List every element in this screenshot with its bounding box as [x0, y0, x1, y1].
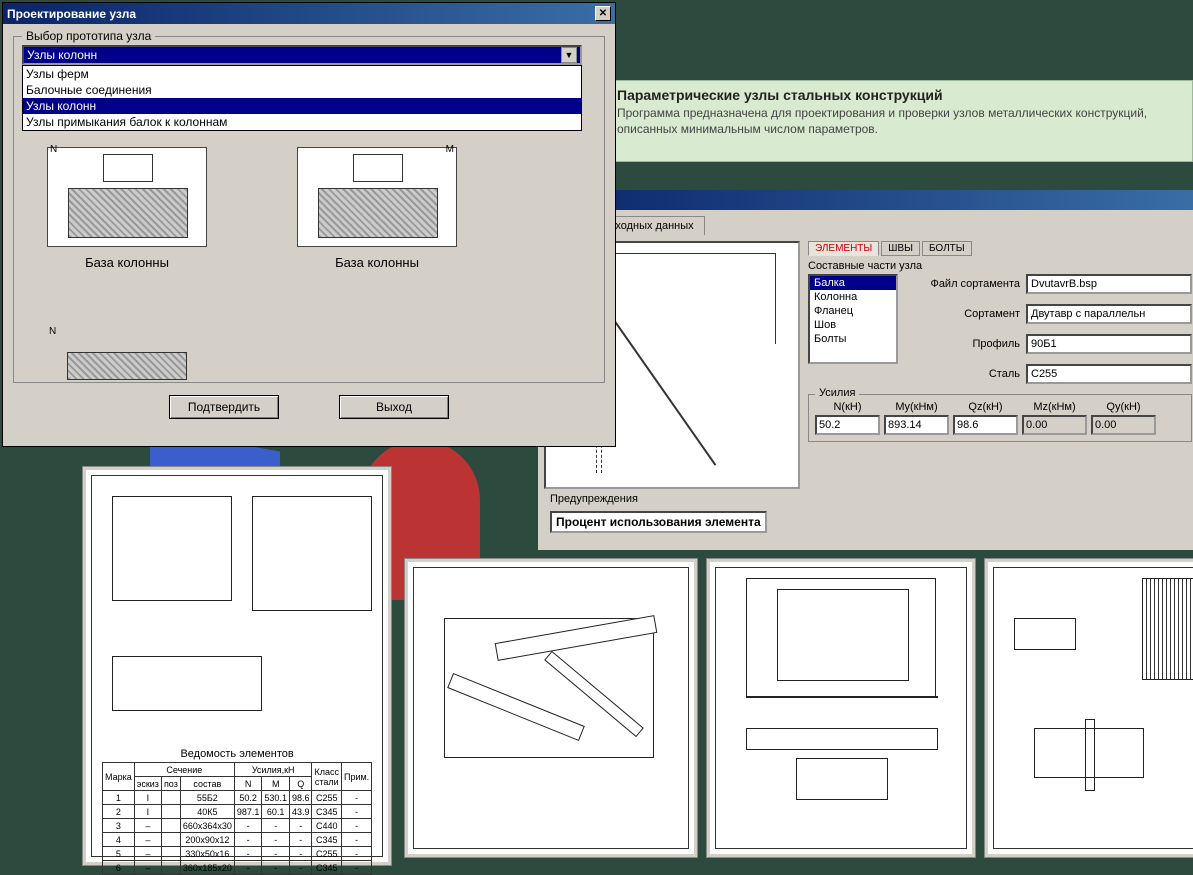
- steel-label: Сталь: [906, 368, 1020, 380]
- table-row: 5–330x50x16---С255-: [103, 847, 372, 861]
- th-klass: Класс стали: [312, 763, 342, 791]
- force-label-qz: Qz(кН): [953, 401, 1018, 413]
- force-input-qy[interactable]: [1091, 415, 1156, 435]
- sketch-beam-column-conn: [1014, 578, 1193, 688]
- th-sostav: состав: [180, 777, 234, 791]
- dropdown-item-columns[interactable]: Узлы колонн: [23, 98, 581, 114]
- drawing-sheet-3: [706, 558, 976, 858]
- sketch-splice: [1034, 728, 1144, 778]
- info-banner: Параметрические узлы стальных конструкци…: [572, 80, 1193, 162]
- force-input-qz[interactable]: [953, 415, 1018, 435]
- table-row: 1I55Б250.2530.198.6С255-: [103, 791, 372, 805]
- thumb-force-m: M: [446, 144, 454, 155]
- table-row: 6–360x185x20---С345-: [103, 861, 372, 875]
- drawing-sheet-4: [984, 558, 1193, 858]
- properties-title: Свойства: [538, 190, 1193, 210]
- thumb-image-partial: N: [47, 330, 207, 370]
- thumb-caption-2: База колонны: [272, 255, 482, 270]
- th-forces: Усилия,кН: [234, 763, 312, 777]
- parts-listbox[interactable]: Балка Колонна Фланец Шов Болты: [808, 274, 898, 364]
- design-title: Проектирование узла: [7, 7, 136, 21]
- banner-text: Программа предназначена для проектирован…: [617, 106, 1184, 137]
- force-input-mz[interactable]: [1022, 415, 1087, 435]
- file-label: Файл сортамента: [906, 278, 1020, 290]
- design-window: Проектирование узла ✕ Выбор прототипа уз…: [2, 2, 616, 447]
- th-n: N: [234, 777, 262, 791]
- dropdown-item-truss[interactable]: Узлы ферм: [23, 66, 581, 82]
- sketch-column-join: [112, 496, 232, 601]
- mini-tab-elements[interactable]: ЭЛЕМЕНТЫ: [808, 241, 879, 256]
- part-item-weld[interactable]: Шов: [810, 318, 896, 332]
- th-prim: Прим.: [341, 763, 371, 791]
- warnings-label: Предупреждения: [550, 493, 794, 505]
- part-item-beam[interactable]: Балка: [810, 276, 896, 290]
- properties-window: Свойства Задание исходных данных Предупр…: [538, 190, 1193, 550]
- thumb-force-n: N: [49, 326, 56, 337]
- force-label-qy: Qy(кН): [1091, 401, 1156, 413]
- exit-button[interactable]: Выход: [339, 395, 449, 419]
- dropdown-item-beam-conn[interactable]: Балочные соединения: [23, 82, 581, 98]
- dropdown-item-beam-to-col[interactable]: Узлы примыкания балок к колоннам: [23, 114, 581, 130]
- force-label-my: My(кНм): [884, 401, 949, 413]
- drawing-sheet-1: Ведомость элементов Марка Сечение Усилия…: [82, 466, 392, 866]
- th-m: M: [262, 777, 290, 791]
- parts-label: Составные части узла: [808, 260, 1192, 272]
- prototype-thumb-2[interactable]: M База колонны: [272, 147, 482, 270]
- table-row: 4–200x90x12---С345-: [103, 833, 372, 847]
- th-sketch: эскиз: [134, 777, 161, 791]
- sortament-input[interactable]: [1026, 304, 1192, 324]
- th-poz: поз: [161, 777, 180, 791]
- prototype-group-label: Выбор прототипа узла: [22, 29, 155, 43]
- sketch-truss-node: [444, 618, 654, 758]
- thumb-image: N: [47, 147, 207, 247]
- profile-label: Профиль: [906, 338, 1020, 350]
- force-label-n: N(кН): [815, 401, 880, 413]
- part-item-bolts[interactable]: Болты: [810, 332, 896, 346]
- th-q: Q: [289, 777, 312, 791]
- force-input-n[interactable]: [815, 415, 880, 435]
- thumb-image: M: [297, 147, 457, 247]
- sortament-label: Сортамент: [906, 308, 1020, 320]
- mini-tab-bolts[interactable]: БОЛТЫ: [922, 241, 972, 256]
- prototype-dropdown-list[interactable]: Узлы ферм Балочные соединения Узлы колон…: [22, 65, 582, 131]
- force-input-my[interactable]: [884, 415, 949, 435]
- forces-group-label: Усилия: [815, 387, 859, 399]
- combo-selected-text: Узлы колонн: [27, 48, 97, 62]
- part-item-flange[interactable]: Фланец: [810, 304, 896, 318]
- th-section: Сечение: [134, 763, 234, 777]
- file-input[interactable]: [1026, 274, 1192, 294]
- prototype-combobox[interactable]: Узлы колонн ▼: [22, 45, 582, 65]
- steel-input[interactable]: [1026, 364, 1192, 384]
- chevron-down-icon[interactable]: ▼: [561, 47, 577, 63]
- sketch-section: [252, 496, 372, 611]
- table-row: 3–660x364x30---С440-: [103, 819, 372, 833]
- part-item-column[interactable]: Колонна: [810, 290, 896, 304]
- sketch-column-base-plan: [746, 718, 936, 828]
- force-label-mz: Mz(кНм): [1022, 401, 1087, 413]
- prototype-thumb-1[interactable]: N База колонны: [22, 147, 232, 270]
- table-title: Ведомость элементов: [102, 746, 372, 762]
- profile-input[interactable]: [1026, 334, 1192, 354]
- table-row: 2I40К5987.160.143.9С345-: [103, 805, 372, 819]
- thumb-caption-1: База колонны: [22, 255, 232, 270]
- sketch-detail: [112, 656, 262, 711]
- elements-table: Ведомость элементов Марка Сечение Усилия…: [102, 746, 372, 875]
- confirm-button[interactable]: Подтвердить: [169, 395, 279, 419]
- mini-tab-welds[interactable]: ШВЫ: [881, 241, 920, 256]
- banner-title: Параметрические узлы стальных конструкци…: [617, 87, 1184, 103]
- sketch-column-base-elev: [746, 578, 936, 698]
- close-icon[interactable]: ✕: [595, 6, 611, 21]
- forces-group: Усилия N(кН) My(кНм) Qz(кН) Mz(кНм) Qy(к…: [808, 394, 1192, 442]
- usage-percent-label: Процент использования элемента: [550, 511, 767, 533]
- drawing-sheet-2: [404, 558, 698, 858]
- prototype-thumb-3-partial[interactable]: N: [22, 310, 232, 370]
- thumb-force-n: N: [50, 144, 57, 155]
- th-marka: Марка: [103, 763, 135, 791]
